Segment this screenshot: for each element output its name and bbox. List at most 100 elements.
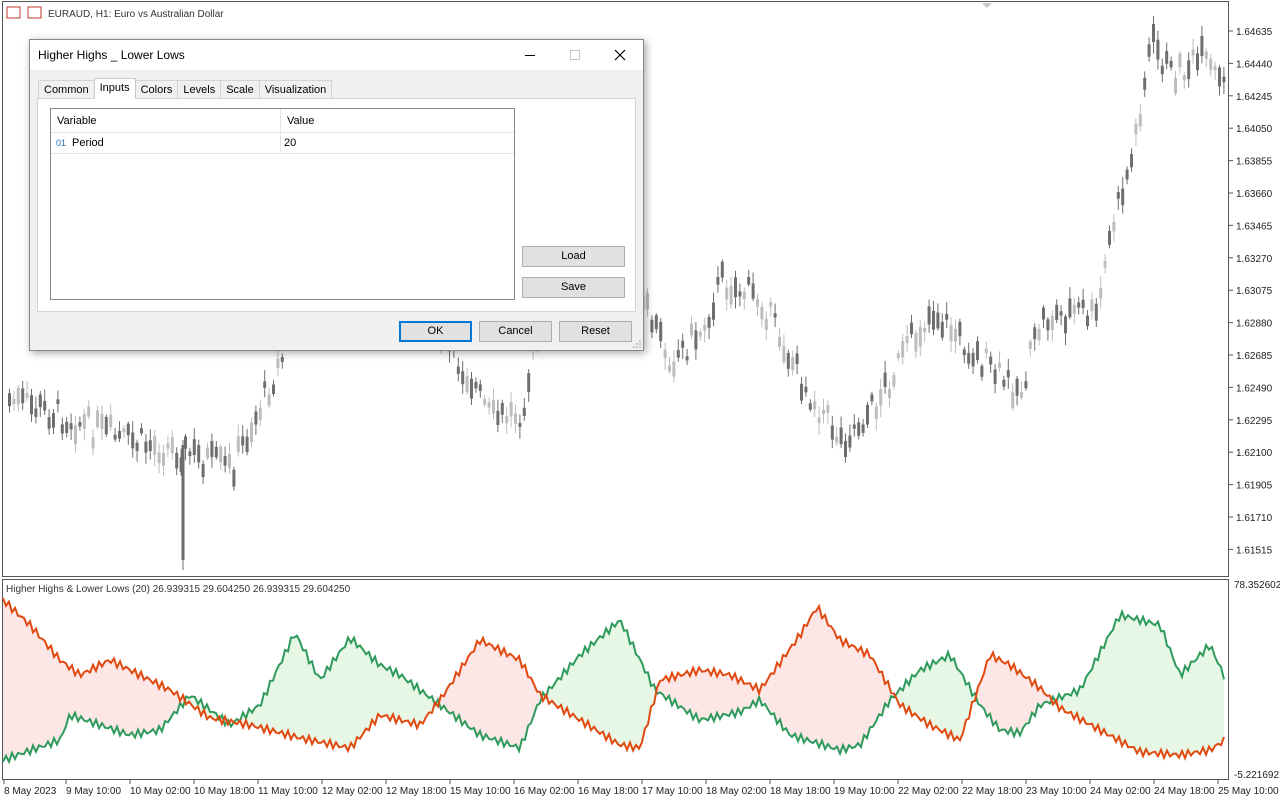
candle-body (940, 321, 944, 338)
candle-body (1059, 311, 1063, 316)
indicator-fill-segment (1086, 672, 1089, 725)
candle-body (140, 428, 143, 434)
candle-body (1086, 315, 1089, 327)
indicator-fill-segment (408, 680, 411, 726)
indicator-fill-segment (405, 679, 408, 721)
column-divider (280, 133, 281, 154)
dialog-title: Higher Highs _ Lower Lows (38, 48, 185, 62)
indicator-fill-segment (624, 630, 627, 750)
candle-body (914, 332, 918, 352)
candle-body (175, 452, 179, 469)
candle-body (228, 454, 231, 469)
candle-body (38, 394, 42, 408)
table-row[interactable]: 01 Period 20 (51, 133, 514, 154)
indicator-fill-segment (60, 661, 63, 738)
indicator-fill-segment (450, 683, 453, 714)
indicator-fill-segment (378, 663, 381, 718)
indicator-fill-segment (495, 645, 498, 745)
indicator-fill-segment (93, 664, 96, 727)
candle-body (8, 393, 11, 407)
indicator-fill-segment (702, 671, 705, 719)
candle-body (280, 357, 284, 362)
indicator-fill-segment (129, 668, 132, 736)
candle-body (43, 400, 47, 411)
indicator-fill-segment (126, 666, 129, 736)
tab-visualization[interactable]: Visualization (258, 80, 333, 99)
indicator-fill-segment (117, 661, 120, 736)
price-axis-label: 1.63075 (1236, 286, 1273, 297)
indicator-fill-segment (51, 645, 54, 747)
load-button[interactable]: Load (522, 246, 625, 267)
dialog-titlebar[interactable]: Higher Highs _ Lower Lows (30, 40, 643, 70)
tab-scale[interactable]: Scale (220, 80, 260, 99)
candle-body (148, 440, 152, 452)
column-header-variable[interactable]: Variable (57, 115, 97, 127)
resize-grip-icon[interactable] (632, 339, 642, 349)
candle-body (126, 423, 130, 436)
candle-body (716, 277, 720, 285)
indicator-fill-segment (771, 673, 774, 715)
candle-body (676, 350, 680, 358)
indicator-fill-segment (492, 645, 495, 740)
candle-body (1174, 77, 1177, 94)
tab-inputs[interactable]: Inputs (93, 78, 136, 99)
indicator-fill-segment (582, 646, 585, 727)
candle-body (1121, 188, 1125, 206)
candle-body (478, 384, 482, 391)
chart-type-icon (27, 6, 42, 19)
indicator-fill-segment (957, 668, 960, 741)
price-axis-label: 1.64245 (1236, 92, 1273, 103)
candle-body (206, 447, 209, 459)
indicator-fill-segment (630, 642, 633, 751)
indicator-fill-segment (522, 664, 525, 740)
candle-body (870, 394, 874, 402)
candle-body (1015, 378, 1019, 396)
candle-body (1218, 67, 1221, 87)
indicator-fill-segment (954, 658, 957, 741)
indicator-fill-segment (465, 657, 468, 727)
time-axis-label: 18 May 18:00 (770, 786, 831, 797)
indicator-fill-segment (1104, 637, 1107, 736)
indicator-fill-segment (792, 644, 795, 737)
close-button[interactable] (597, 40, 643, 70)
candle-body (795, 353, 799, 365)
indicator-fill-segment (927, 662, 930, 727)
indicator-fill-segment (3, 598, 6, 762)
tab-levels[interactable]: Levels (177, 80, 222, 99)
candle-body (514, 413, 517, 424)
indicator-fill-segment (474, 640, 477, 737)
indicator-fill-segment (9, 601, 12, 762)
candle-body (60, 424, 64, 434)
indicator-fill-segment (609, 623, 612, 744)
time-axis-label: 17 May 10:00 (642, 786, 703, 797)
indicator-fill-segment (930, 660, 933, 730)
candle-body (113, 434, 117, 440)
value-cell[interactable]: 20 (284, 137, 296, 149)
ok-button[interactable]: OK (399, 321, 472, 342)
candle-body (1046, 319, 1050, 331)
reset-button[interactable]: Reset (559, 321, 632, 342)
cancel-button[interactable]: Cancel (479, 321, 552, 342)
indicator-fill-segment (726, 672, 729, 717)
candle-body (918, 327, 922, 347)
indicator-fill-segment (933, 660, 936, 730)
indicator-fill-segment (1140, 616, 1143, 757)
indicator-fill-segment (1146, 620, 1149, 755)
indicator-fill-segment (879, 671, 882, 716)
maximize-button[interactable] (552, 40, 598, 70)
candle-body (993, 369, 997, 385)
minimize-button[interactable] (507, 40, 553, 70)
tab-colors[interactable]: Colors (134, 80, 179, 99)
save-button[interactable]: Save (522, 277, 625, 298)
price-axis-label: 1.63270 (1236, 254, 1273, 265)
candle-body (791, 357, 795, 370)
candle-body (1138, 114, 1142, 127)
column-header-value[interactable]: Value (287, 115, 314, 127)
indicator-fill-segment (342, 646, 345, 747)
indicator-fill-segment (510, 653, 513, 747)
candle-body (210, 441, 214, 457)
indicator-fill-segment (18, 615, 21, 754)
tab-common[interactable]: Common (38, 80, 95, 99)
indicator-fill-segment (321, 676, 324, 743)
candle-body (254, 411, 258, 425)
